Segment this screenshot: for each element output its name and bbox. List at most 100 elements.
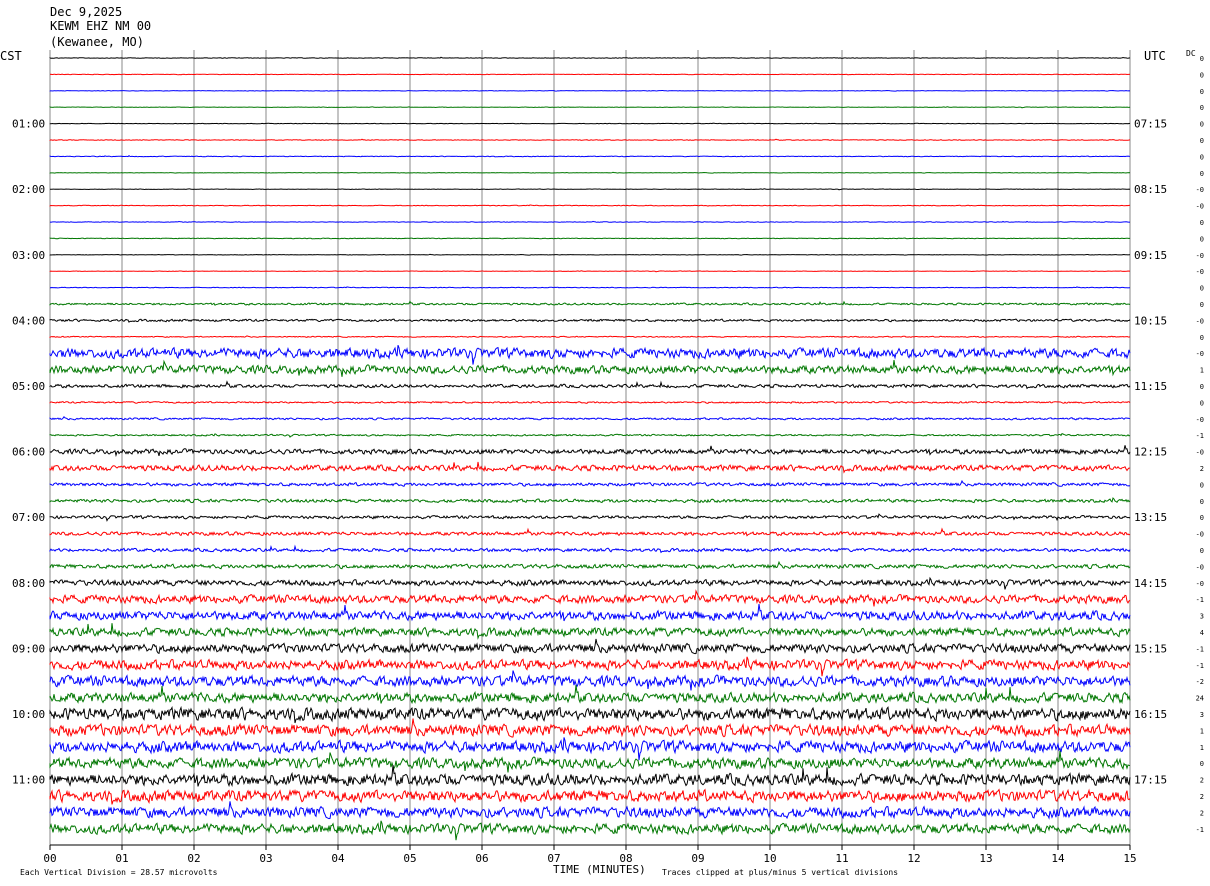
dc-offset-28: 0 <box>1200 514 1204 522</box>
dc-offset-20: 0 <box>1200 383 1204 391</box>
trace-row-18 <box>49 345 1131 365</box>
x-tick-label-12: 12 <box>907 852 920 865</box>
x-tick-label-4: 04 <box>331 852 345 865</box>
trace-row-10 <box>49 220 1131 223</box>
x-tick-label-3: 03 <box>259 852 272 865</box>
x-tick-label-15: 15 <box>1123 852 1136 865</box>
trace-row-34 <box>49 604 1131 622</box>
dc-offset-37: -1 <box>1196 662 1204 670</box>
x-tick-label-0: 00 <box>43 852 56 865</box>
dc-offset-25: 2 <box>1200 465 1204 473</box>
x-tick-label-6: 06 <box>475 852 488 865</box>
dc-offset-42: 1 <box>1200 744 1204 752</box>
dc-offset-46: 2 <box>1200 809 1204 817</box>
trace-row-43 <box>49 750 1131 773</box>
left-axis-title: CST <box>0 49 22 63</box>
dc-offset-19: 1 <box>1200 367 1204 375</box>
trace-row-45 <box>49 788 1131 805</box>
x-tick-label-11: 11 <box>835 852 848 865</box>
trace-row-39 <box>49 685 1131 705</box>
trace-row-17 <box>49 335 1131 338</box>
dc-offset-8: -0 <box>1196 186 1204 194</box>
dc-offset-17: 0 <box>1200 334 1204 342</box>
trace-row-32 <box>49 576 1131 590</box>
dc-offset-26: 0 <box>1200 481 1204 489</box>
dc-offset-values: 0 0 0 0 0 0 0 0 -0 -0 0 0 -0 -0 0 0 -0 0 -0 1 0 0 -0 -1 -0 2 0 0 0 -0… <box>1196 55 1204 834</box>
trace-row-8 <box>49 188 1131 191</box>
trace-row-42 <box>49 737 1131 761</box>
date-label: Dec 9,2025 <box>50 5 122 19</box>
trace-row-28 <box>49 513 1131 522</box>
trace-row-14 <box>49 286 1131 289</box>
dc-offset-35: 4 <box>1200 629 1204 637</box>
utc-hour-label-3: 10:15 <box>1134 314 1167 327</box>
trace-row-4 <box>49 122 1131 125</box>
trace-row-33 <box>49 589 1131 607</box>
dc-offset-34: 3 <box>1200 613 1204 621</box>
trace-row-20 <box>49 380 1131 390</box>
dc-label: DC <box>1186 49 1196 58</box>
x-tick-label-13: 13 <box>979 852 992 865</box>
x-tick-label-14: 14 <box>1051 852 1065 865</box>
trace-row-19 <box>49 359 1131 377</box>
trace-row-23 <box>49 432 1131 438</box>
trace-row-41 <box>49 718 1131 738</box>
dc-offset-6: 0 <box>1200 153 1204 161</box>
cst-hour-label-7: 08:00 <box>12 577 45 590</box>
trace-row-22 <box>49 416 1131 421</box>
dc-offset-29: -0 <box>1196 531 1204 539</box>
dc-offset-10: 0 <box>1200 219 1204 227</box>
x-axis-title: TIME (MINUTES) <box>553 863 646 876</box>
trace-row-46 <box>49 801 1131 820</box>
dc-offset-1: 0 <box>1200 71 1204 79</box>
trace-row-26 <box>49 479 1131 487</box>
trace-row-29 <box>49 527 1131 537</box>
dc-offset-4: 0 <box>1200 121 1204 129</box>
cst-hour-label-3: 04:00 <box>12 314 45 327</box>
dc-offset-12: -0 <box>1196 252 1204 260</box>
trace-row-5 <box>49 138 1131 141</box>
trace-row-1 <box>49 73 1131 76</box>
cst-hour-labels: 01:00 02:00 03:00 04:00 05:00 06:00 07:00 08:00… <box>12 118 45 787</box>
helicorder-chart: Dec 9,2025 KEWM EHZ NM 00 (Kewanee, MO) … <box>0 5 1204 877</box>
footer-scale-note: Each Vertical Division = 28.57 microvolt… <box>20 868 218 877</box>
dc-offset-22: -0 <box>1196 416 1204 424</box>
utc-hour-label-9: 16:15 <box>1134 708 1167 721</box>
station-label: KEWM EHZ NM 00 <box>50 19 151 33</box>
cst-hour-label-9: 10:00 <box>12 708 45 721</box>
x-tick-label-9: 09 <box>691 852 704 865</box>
dc-offset-44: 2 <box>1200 777 1204 785</box>
trace-row-12 <box>49 253 1131 256</box>
utc-hour-label-2: 09:15 <box>1134 249 1167 262</box>
seismic-traces <box>49 56 1131 841</box>
dc-offset-9: -0 <box>1196 203 1204 211</box>
dc-offset-15: 0 <box>1200 301 1204 309</box>
dc-offset-7: 0 <box>1200 170 1204 178</box>
trace-row-38 <box>49 670 1131 691</box>
dc-offset-47: -1 <box>1196 826 1204 834</box>
trace-row-40 <box>49 705 1131 724</box>
trace-row-25 <box>49 461 1131 474</box>
x-tick-label-10: 10 <box>763 852 776 865</box>
trace-row-6 <box>49 155 1131 158</box>
trace-row-47 <box>49 820 1131 841</box>
utc-hour-labels: 07:15 08:15 09:15 10:15 11:15 12:15 13:15 14:15… <box>1134 118 1167 787</box>
dc-offset-40: 3 <box>1200 711 1204 719</box>
dc-offset-0: 0 <box>1200 55 1204 63</box>
dc-offset-24: -0 <box>1196 449 1204 457</box>
trace-row-16 <box>49 318 1131 323</box>
trace-row-35 <box>49 623 1131 640</box>
utc-hour-label-6: 13:15 <box>1134 511 1167 524</box>
dc-offset-11: 0 <box>1200 235 1204 243</box>
dc-offset-38: -2 <box>1196 678 1204 686</box>
trace-row-15 <box>49 300 1131 306</box>
trace-row-24 <box>49 445 1131 458</box>
cst-hour-label-10: 11:00 <box>12 774 45 787</box>
dc-offset-5: 0 <box>1200 137 1204 145</box>
dc-offset-31: -0 <box>1196 563 1204 571</box>
dc-offset-13: -0 <box>1196 268 1204 276</box>
cst-hour-label-0: 01:00 <box>12 118 45 131</box>
dc-offset-30: 0 <box>1200 547 1204 555</box>
utc-hour-label-8: 15:15 <box>1134 642 1167 655</box>
trace-row-31 <box>49 560 1131 570</box>
